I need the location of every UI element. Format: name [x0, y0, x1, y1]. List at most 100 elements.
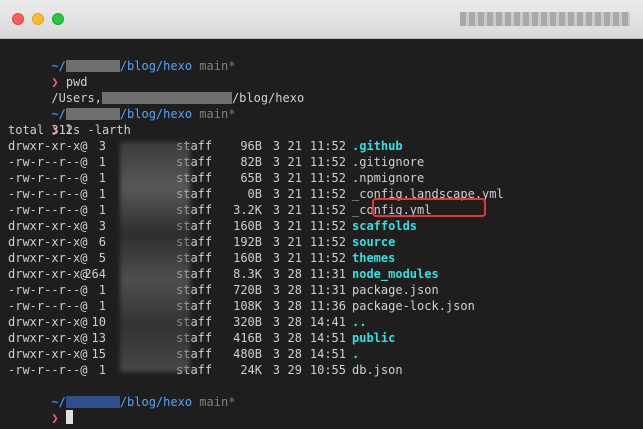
day: 21	[287, 139, 302, 153]
file-size: 3.2K	[233, 203, 262, 217]
file-name: scaffolds	[352, 219, 418, 233]
link-count: 1	[98, 187, 106, 201]
minimize-window-button[interactable]	[32, 13, 44, 25]
link-count: 15	[91, 347, 106, 361]
file-size: 416B	[233, 331, 262, 345]
permissions: drwxr-xr-x@	[8, 139, 88, 153]
ls-row-gitignore: -rw-r--r--@ 1 staff 82B 3 21 11:52 .gitignore	[8, 154, 643, 170]
terminal-window: ~//blog/hexo main* ❯ pwd /Users,/blog/he…	[0, 0, 643, 429]
month: 3	[272, 139, 280, 153]
file-size: 0B	[247, 187, 262, 201]
time: 11:31	[309, 283, 346, 297]
day: 21	[287, 155, 302, 169]
file-name: .npmignore	[352, 171, 425, 185]
day: 28	[287, 331, 302, 345]
month: 3	[272, 203, 280, 217]
time: 11:52	[309, 171, 346, 185]
file-name: package.json	[352, 283, 439, 297]
month: 3	[272, 363, 280, 377]
time: 11:31	[309, 267, 346, 281]
file-size: 8.3K	[233, 267, 262, 281]
permissions: -rw-r--r--@	[8, 187, 88, 201]
permissions: drwxr-xr-x@	[8, 315, 88, 329]
month: 3	[272, 235, 280, 249]
permissions: -rw-r--r--@	[8, 155, 88, 169]
day: 28	[287, 315, 302, 329]
time: 14:51	[309, 331, 346, 345]
file-name: package-lock.json	[352, 299, 475, 313]
month: 3	[272, 315, 280, 329]
file-name: ..	[352, 315, 367, 329]
ls-row-config: -rw-r--r--@ 1 staff 3.2K 3 21 11:52 _config.yml	[8, 202, 643, 218]
ls-total: total 312	[8, 123, 74, 137]
permissions: drwxr-xr-x@	[8, 235, 88, 249]
zoom-window-button[interactable]	[52, 13, 64, 25]
ls-row-github: drwxr-xr-x@ 3 staff 96B 3 21 11:52 .github	[8, 138, 643, 154]
link-count: 5	[98, 251, 106, 265]
permissions: -rw-r--r--@	[8, 203, 88, 217]
link-count: 13	[91, 331, 106, 345]
day: 28	[287, 299, 302, 313]
month: 3	[272, 171, 280, 185]
file-size: 480B	[233, 347, 262, 361]
ls-row-public: drwxr-xr-x@ 13 staff 416B 3 28 14:51 public	[8, 330, 643, 346]
month: 3	[272, 219, 280, 233]
file-name: db.json	[352, 363, 403, 377]
month: 3	[272, 267, 280, 281]
file-size: 160B	[233, 219, 262, 233]
month: 3	[272, 331, 280, 345]
ls-row-node-modules: drwxr-xr-x@264 staff 8.3K 3 28 11:31 node_modu…	[8, 266, 643, 282]
ls-row-source: drwxr-xr-x@ 6 staff 192B 3 21 11:52 source	[8, 234, 643, 250]
ls-row-npmignore: -rw-r--r--@ 1 staff 65B 3 21 11:52 .npmignore	[8, 170, 643, 186]
time: 11:36	[309, 299, 346, 313]
file-size: 96B	[240, 139, 262, 153]
permissions: -rw-r--r--@	[8, 363, 88, 377]
permissions: drwxr-xr-x@	[8, 219, 88, 233]
file-name: .github	[352, 139, 403, 153]
file-name: node_modules	[352, 267, 439, 281]
file-size: 160B	[233, 251, 262, 265]
command-line: ❯ pwd	[8, 58, 643, 89]
close-window-button[interactable]	[12, 13, 24, 25]
ls-row-db: -rw-r--r--@ 1 staff 24K 3 29 10:55 db.json	[8, 362, 643, 378]
command-line: ❯ ls -larth	[8, 106, 643, 137]
active-command-line[interactable]: ❯	[8, 394, 643, 425]
ls-row-scaffolds: drwxr-xr-x@ 3 staff 160B 3 21 11:52 scaffolds	[8, 218, 643, 234]
file-name: .gitignore	[352, 155, 425, 169]
time: 11:52	[309, 251, 346, 265]
time: 11:52	[309, 155, 346, 169]
prompt-symbol: ❯	[51, 411, 59, 425]
month: 3	[272, 347, 280, 361]
day: 21	[287, 235, 302, 249]
redacted-window-title	[460, 12, 630, 26]
permissions: drwxr-xr-x@	[8, 347, 88, 361]
day: 28	[287, 283, 302, 297]
link-count: 10	[91, 315, 106, 329]
pwd-output: /Users,/blog/hexo	[8, 74, 643, 105]
file-size: 82B	[240, 155, 262, 169]
ls-row-config.landscape: -rw-r--r--@ 1 staff 0B 3 21 11:52 _config.lands…	[8, 186, 643, 202]
ls-row-package: -rw-r--r--@ 1 staff 720B 3 28 11:31 package.jso…	[8, 282, 643, 298]
file-name: .	[352, 347, 360, 361]
file-name: source	[352, 235, 396, 249]
prompt-line: ~//blog/hexo main*	[8, 42, 643, 73]
time: 11:52	[309, 187, 346, 201]
terminal-output[interactable]: ~//blog/hexo main* ❯ pwd /Users,/blog/he…	[0, 38, 643, 429]
ls-listing: drwxr-xr-x@ 3 staff 96B 3 21 11:52 .github -rw-r…	[8, 138, 643, 378]
time: 14:41	[309, 315, 346, 329]
time: 11:52	[309, 235, 346, 249]
month: 3	[272, 299, 280, 313]
ls-row-themes: drwxr-xr-x@ 5 staff 160B 3 21 11:52 themes	[8, 250, 643, 266]
file-size: 24K	[240, 363, 262, 377]
link-count: 6	[98, 235, 106, 249]
redacted-owner-column	[120, 142, 190, 372]
time: 11:52	[309, 203, 346, 217]
file-size: 720B	[233, 283, 262, 297]
file-size: 108K	[233, 299, 262, 313]
link-count: 1	[98, 171, 106, 185]
time: 10:55	[309, 363, 346, 377]
permissions: -rw-r--r--@	[8, 283, 88, 297]
prompt-line: ~//blog/hexo main*	[8, 378, 643, 409]
link-count: 3	[98, 139, 106, 153]
permissions: drwxr-xr-x@	[8, 331, 88, 345]
